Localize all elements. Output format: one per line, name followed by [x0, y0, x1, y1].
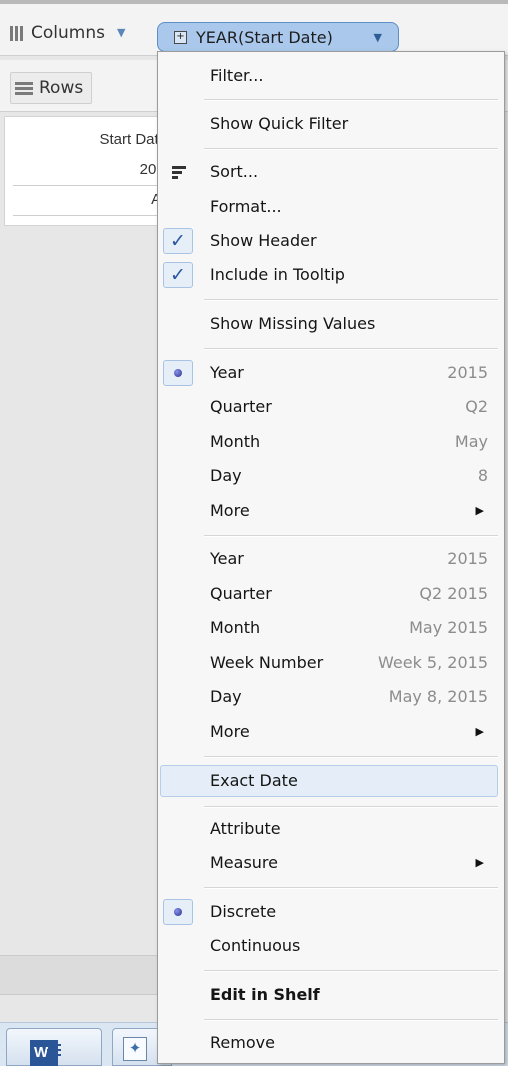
menu-separator	[204, 970, 498, 972]
menu-item-value: May	[454, 432, 488, 451]
menu-separator	[204, 1019, 498, 1021]
chevron-right-icon: ▶	[475, 725, 484, 738]
menu-item-label: Sort...	[210, 162, 259, 181]
columns-shelf[interactable]: Columns ▼ + YEAR(Start Date) ▼	[0, 0, 508, 56]
menu-item-label: Year	[210, 363, 244, 382]
menu-separator	[204, 756, 498, 758]
worksheet-view[interactable]: Start Date 2015 Abc	[4, 116, 177, 226]
divider	[13, 215, 165, 216]
menu-item-label: Include in Tooltip	[210, 265, 345, 284]
menu-item-label: More	[210, 501, 250, 520]
menu-item-label: Show Header	[210, 231, 317, 250]
menu-item-label: Day	[210, 466, 242, 485]
columns-label: Columns	[31, 23, 105, 43]
year-start-date-pill[interactable]: + YEAR(Start Date) ▼	[157, 22, 399, 52]
menu-item-value: Week 5, 2015	[378, 653, 488, 672]
menu-item-remove[interactable]: Remove	[158, 1027, 504, 1059]
rows-shelf-label-group[interactable]: Rows	[10, 72, 93, 104]
status-bar	[0, 955, 160, 995]
menu-item-month-part[interactable]: Month May	[158, 426, 504, 458]
chevron-down-icon[interactable]: ▼	[374, 31, 382, 44]
menu-item-label: Filter...	[210, 66, 264, 85]
menu-item-label: Discrete	[210, 902, 277, 921]
menu-item-label: Show Quick Filter	[210, 114, 349, 133]
menu-item-quarter-part[interactable]: Quarter Q2	[158, 391, 504, 423]
menu-item-attribute[interactable]: Attribute	[158, 813, 504, 845]
check-icon: ✓	[163, 228, 193, 254]
menu-separator	[204, 535, 498, 537]
menu-item-label: Format...	[210, 197, 282, 216]
menu-item-edit-in-shelf[interactable]: Edit in Shelf	[158, 979, 504, 1011]
rows-label: Rows	[39, 78, 84, 98]
columns-icon	[10, 25, 23, 41]
check-icon: ✓	[163, 262, 193, 288]
menu-item-show-quick-filter[interactable]: Show Quick Filter	[158, 108, 504, 140]
menu-item-label: Month	[210, 618, 261, 637]
menu-item-label: Continuous	[210, 936, 301, 955]
menu-item-continuous[interactable]: Continuous	[158, 930, 504, 962]
menu-separator	[204, 148, 498, 150]
menu-item-label: Year	[210, 549, 244, 568]
menu-item-filter[interactable]: Filter...	[158, 60, 504, 92]
chevron-right-icon: ▶	[475, 856, 484, 869]
menu-item-sort[interactable]: Sort...	[158, 156, 504, 188]
plus-box-icon[interactable]: +	[174, 30, 187, 44]
menu-item-day-part[interactable]: Day 8	[158, 460, 504, 492]
menu-item-include-in-tooltip[interactable]: ✓ Include in Tooltip	[158, 259, 504, 291]
menu-item-label: Remove	[210, 1033, 275, 1052]
menu-item-value: 2015	[447, 549, 488, 568]
chevron-down-icon[interactable]: ▼	[117, 18, 125, 48]
divider	[13, 185, 165, 186]
menu-item-label: Day	[210, 687, 242, 706]
menu-item-label: Quarter	[210, 584, 272, 603]
menu-item-format[interactable]: Format...	[158, 191, 504, 223]
menu-item-label: Show Missing Values	[210, 314, 376, 333]
menu-item-show-header[interactable]: ✓ Show Header	[158, 225, 504, 257]
menu-item-year-value[interactable]: Year 2015	[158, 543, 504, 575]
menu-item-value: Q2	[465, 397, 488, 416]
menu-item-value: May 8, 2015	[388, 687, 488, 706]
menu-item-more-values[interactable]: More ▶	[158, 716, 504, 748]
menu-item-week-number-value[interactable]: Week Number Week 5, 2015	[158, 647, 504, 679]
menu-item-label: More	[210, 722, 250, 741]
menu-item-label: Exact Date	[210, 771, 298, 790]
menu-item-value: May 2015	[409, 618, 488, 637]
word-taskbar-button[interactable]: W	[6, 1028, 102, 1066]
sort-icon	[172, 166, 186, 181]
menu-separator	[204, 99, 498, 101]
menu-item-label: Week Number	[210, 653, 324, 672]
document-lines-icon	[47, 1044, 61, 1059]
menu-item-more-parts[interactable]: More ▶	[158, 495, 504, 527]
rows-icon	[15, 81, 33, 95]
menu-item-label: Attribute	[210, 819, 281, 838]
menu-item-month-value[interactable]: Month May 2015	[158, 612, 504, 644]
menu-item-quarter-value[interactable]: Quarter Q2 2015	[158, 578, 504, 610]
menu-item-show-missing-values[interactable]: Show Missing Values	[158, 308, 504, 340]
chevron-right-icon: ▶	[475, 504, 484, 517]
menu-item-label: Measure	[210, 853, 278, 872]
menu-separator	[204, 348, 498, 350]
menu-item-exact-date[interactable]: Exact Date	[158, 764, 504, 798]
menu-item-value: Q2 2015	[419, 584, 488, 603]
menu-separator	[204, 887, 498, 889]
menu-separator	[204, 299, 498, 301]
menu-separator	[204, 806, 498, 808]
menu-item-value: 2015	[447, 363, 488, 382]
radio-dot-icon	[163, 360, 193, 386]
sparkle-icon: ✦	[123, 1037, 147, 1061]
menu-item-value: 8	[477, 466, 488, 485]
menu-item-measure[interactable]: Measure ▶	[158, 847, 504, 879]
menu-item-label: Quarter	[210, 397, 272, 416]
pill-label: YEAR(Start Date)	[196, 27, 333, 47]
pill-context-menu: Filter... Show Quick Filter Sort... Form…	[157, 51, 505, 1064]
menu-item-year-part[interactable]: Year 2015	[158, 357, 504, 389]
radio-dot-icon	[163, 899, 193, 925]
menu-item-label: Edit in Shelf	[210, 985, 320, 1004]
menu-item-day-value[interactable]: Day May 8, 2015	[158, 681, 504, 713]
columns-shelf-label-group[interactable]: Columns ▼	[10, 18, 125, 48]
menu-item-discrete[interactable]: Discrete	[158, 896, 504, 928]
menu-item-label: Month	[210, 432, 261, 451]
